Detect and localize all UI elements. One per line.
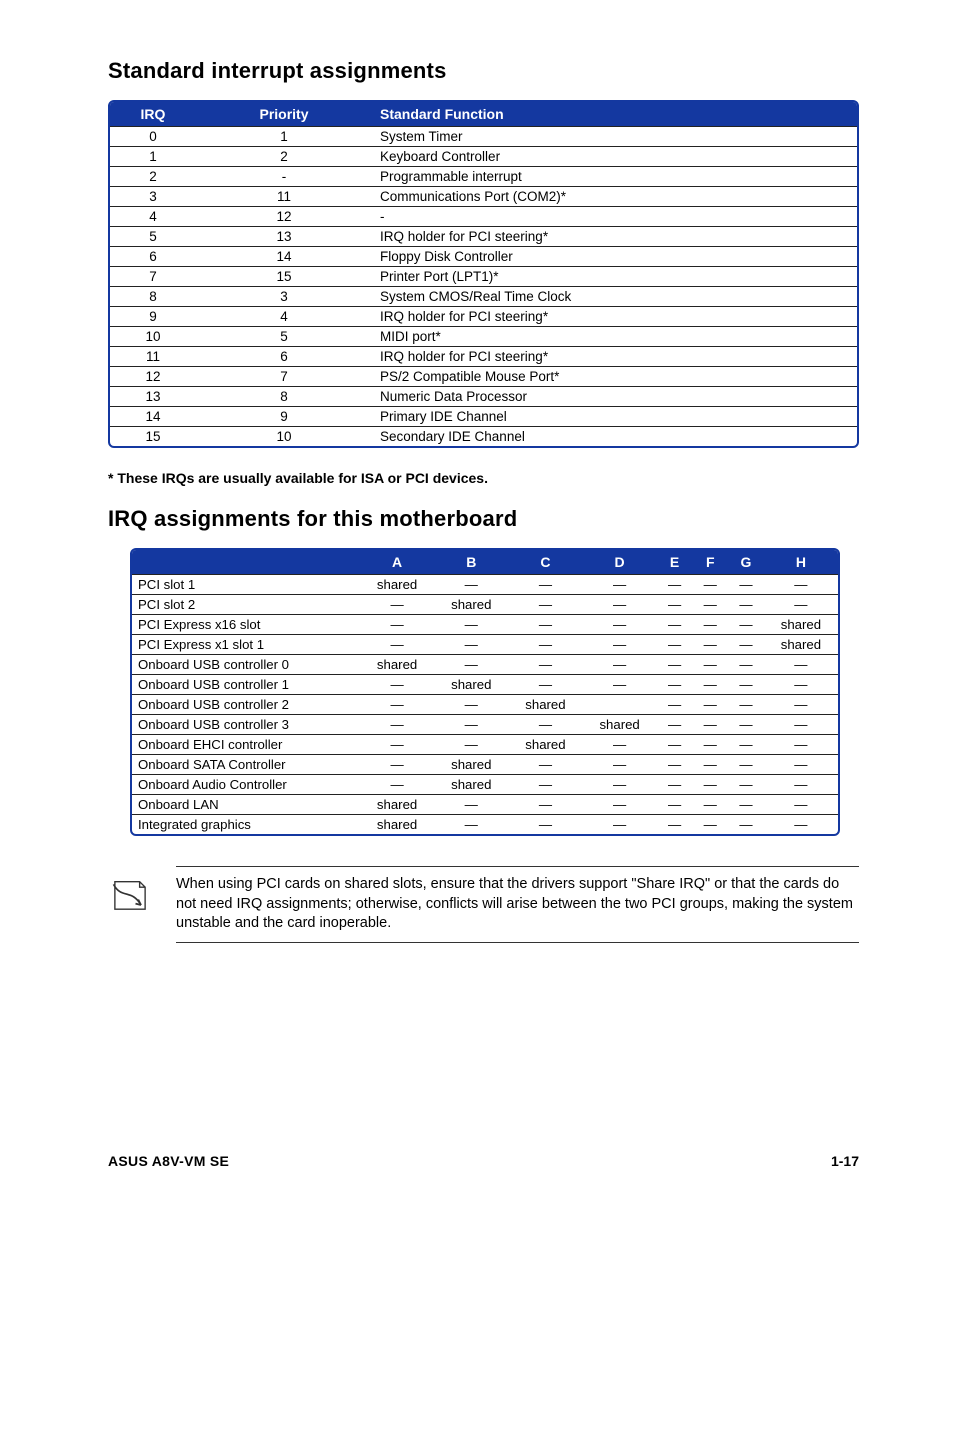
- shared-irq-note: When using PCI cards on shared slots, en…: [176, 866, 859, 943]
- table-row: 149Primary IDE Channel: [110, 407, 857, 427]
- table-row: PCI slot 1shared———————: [132, 575, 838, 595]
- table-row: 138Numeric Data Processor: [110, 387, 857, 407]
- footer-page: 1-17: [831, 1153, 859, 1169]
- table-row: Onboard Audio Controller—shared——————: [132, 775, 838, 795]
- table-row: PCI Express x16 slot———————shared: [132, 615, 838, 635]
- heading-irq-assignments: IRQ assignments for this motherboard: [108, 506, 859, 532]
- table-row: 116IRQ holder for PCI steering*: [110, 347, 857, 367]
- col-irq: IRQ: [110, 102, 196, 127]
- table-row: 105MIDI port*: [110, 327, 857, 347]
- table-row: 614Floppy Disk Controller: [110, 247, 857, 267]
- table-row: 1510Secondary IDE Channel: [110, 427, 857, 447]
- table-row: Onboard USB controller 1—shared——————: [132, 675, 838, 695]
- table-row: 412-: [110, 207, 857, 227]
- table-row: Onboard USB controller 0shared———————: [132, 655, 838, 675]
- assignments-table: ABCDEFGH PCI slot 1shared———————PCI slot…: [130, 548, 840, 836]
- heading-standard-interrupt: Standard interrupt assignments: [108, 58, 859, 84]
- table-row: Onboard EHCI controller——shared—————: [132, 735, 838, 755]
- table-row: Onboard USB controller 3———shared————: [132, 715, 838, 735]
- table-row: 83System CMOS/Real Time Clock: [110, 287, 857, 307]
- irq-footnote: * These IRQs are usually available for I…: [108, 470, 859, 486]
- table-row: 311Communications Port (COM2)*: [110, 187, 857, 207]
- col-priority: Priority: [196, 102, 372, 127]
- table-row: PCI slot 2—shared——————: [132, 595, 838, 615]
- table-row: 513IRQ holder for PCI steering*: [110, 227, 857, 247]
- note-icon: [108, 866, 158, 921]
- table-row: 01System Timer: [110, 127, 857, 147]
- table-row: Onboard USB controller 2——shared————: [132, 695, 838, 715]
- table-row: Integrated graphicsshared———————: [132, 815, 838, 835]
- table-row: PCI Express x1 slot 1———————shared: [132, 635, 838, 655]
- table-row: Onboard LANshared———————: [132, 795, 838, 815]
- table-row: 127PS/2 Compatible Mouse Port*: [110, 367, 857, 387]
- footer-model: ASUS A8V-VM SE: [108, 1153, 229, 1169]
- col-function: Standard Function: [372, 102, 857, 127]
- table-row: 715Printer Port (LPT1)*: [110, 267, 857, 287]
- table-row: 94IRQ holder for PCI steering*: [110, 307, 857, 327]
- table-row: 12Keyboard Controller: [110, 147, 857, 167]
- table-row: 2-Programmable interrupt: [110, 167, 857, 187]
- irq-table: IRQ Priority Standard Function 01System …: [108, 100, 859, 448]
- table-row: Onboard SATA Controller—shared——————: [132, 755, 838, 775]
